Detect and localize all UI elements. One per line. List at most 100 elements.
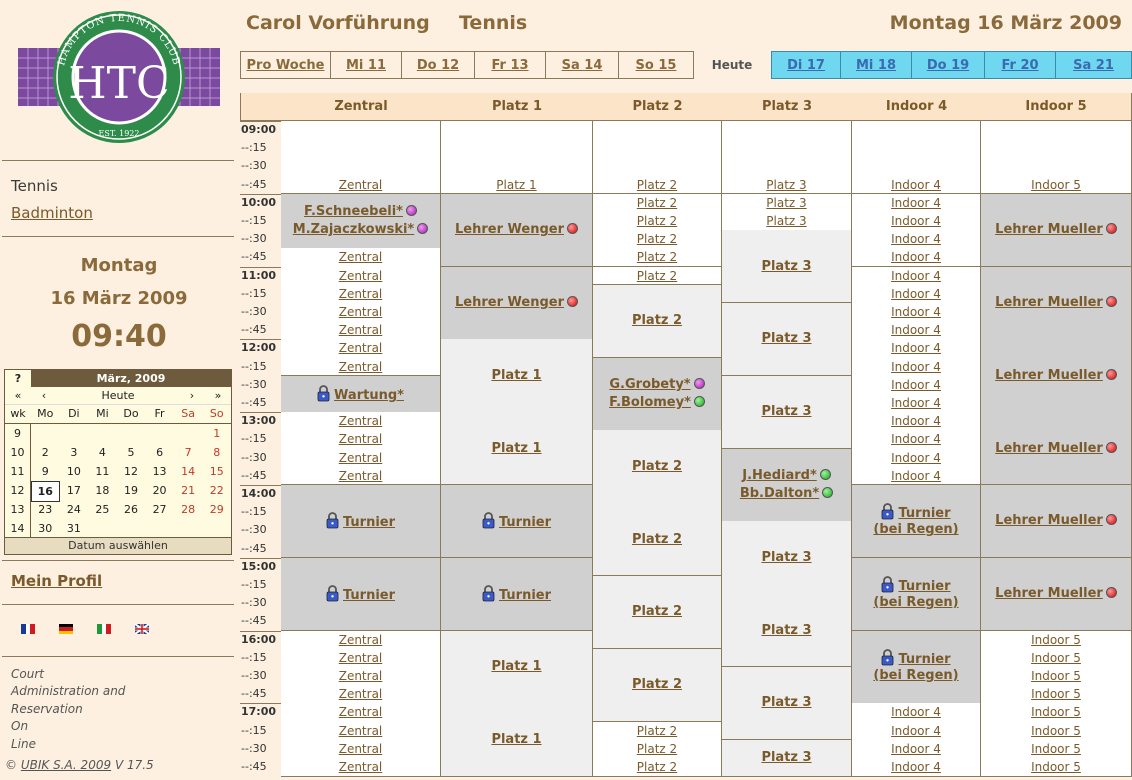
booking-label[interactable]: G.Grobety* xyxy=(593,376,721,394)
court-slot-link[interactable]: Platz 2 xyxy=(593,248,721,266)
flag-it-icon[interactable] xyxy=(97,624,112,634)
court-block-link[interactable]: Platz 2 xyxy=(593,312,721,330)
free-block[interactable]: Platz 3 xyxy=(722,230,852,304)
court-block-link[interactable]: Platz 1 xyxy=(441,440,592,458)
court-block-link[interactable]: Platz 2 xyxy=(593,458,721,476)
free-block[interactable]: Platz 3 xyxy=(722,594,852,668)
calendar-select-date[interactable]: Datum auswählen xyxy=(5,537,231,554)
nav-day-button[interactable]: Sa 21 xyxy=(1055,51,1132,79)
court-slot-link[interactable]: Zentral xyxy=(281,758,440,776)
court-slot-link[interactable]: Zentral xyxy=(281,649,440,667)
court-slot-link[interactable]: Platz 1 xyxy=(441,176,592,194)
court-slot-link[interactable]: Indoor 4 xyxy=(852,339,980,357)
court-slot-link[interactable]: Indoor 4 xyxy=(852,703,980,721)
free-block[interactable]: Platz 2 xyxy=(593,648,722,723)
my-profile-link[interactable]: Mein Profil xyxy=(11,572,102,590)
booking-block[interactable]: Turnier (bei Regen) xyxy=(852,485,981,559)
booking-label[interactable]: Turnier xyxy=(852,649,980,669)
court-slot-link[interactable]: Zentral xyxy=(281,430,440,448)
booking-block[interactable]: Turnier xyxy=(281,485,441,559)
booking-block[interactable]: Turnier xyxy=(281,557,441,632)
calendar-day[interactable]: 7 xyxy=(174,443,203,462)
court-slot-link[interactable]: Indoor 4 xyxy=(852,248,980,266)
booking-block[interactable]: G.Grobety* F.Bolomey* xyxy=(593,357,722,431)
calendar-day[interactable]: 6 xyxy=(145,443,174,462)
sport-badminton-link[interactable]: Badminton xyxy=(11,204,93,222)
court-slot-link[interactable]: Zentral xyxy=(281,740,440,758)
booking-label[interactable]: Lehrer Wenger xyxy=(441,221,592,239)
prev-year-button[interactable]: « xyxy=(5,387,31,404)
court-slot-link[interactable]: Platz 2 xyxy=(593,194,721,212)
booking-label[interactable]: Turnier xyxy=(281,512,440,532)
court-slot-link[interactable]: Indoor 4 xyxy=(852,722,980,740)
court-slot-link[interactable]: Indoor 4 xyxy=(852,430,980,448)
calendar-day[interactable]: 31 xyxy=(60,519,89,538)
calendar-day[interactable]: 19 xyxy=(117,481,146,502)
booking-label[interactable]: Lehrer Mueller xyxy=(981,221,1131,239)
court-slot-link[interactable]: Indoor 5 xyxy=(981,758,1131,776)
court-block-link[interactable]: Platz 1 xyxy=(441,658,592,676)
club-logo[interactable]: HTC HAMPTON TENNIS CLUB EST. 1922 xyxy=(18,10,220,145)
court-block-link[interactable]: Platz 3 xyxy=(722,549,851,567)
booking-block[interactable]: Turnier xyxy=(441,557,593,632)
flag-de-icon[interactable] xyxy=(59,624,73,634)
court-slot-link[interactable]: Indoor 4 xyxy=(852,758,980,776)
booking-block[interactable]: Lehrer Mueller xyxy=(981,193,1132,268)
free-block[interactable]: Platz 1 xyxy=(441,339,593,413)
court-slot-link[interactable]: Zentral xyxy=(281,339,440,357)
court-slot-link[interactable]: Indoor 4 xyxy=(852,303,980,321)
booking-label[interactable]: Lehrer Mueller xyxy=(981,440,1131,458)
calendar-day[interactable]: 2 xyxy=(31,443,60,462)
free-block[interactable]: Platz 2 xyxy=(593,284,722,359)
court-slot-link[interactable]: Zentral xyxy=(281,267,440,285)
court-block-link[interactable]: Platz 2 xyxy=(593,531,721,549)
booking-label[interactable]: M.Zajaczkowski* xyxy=(281,221,440,239)
booking-label[interactable]: J.Hediard* xyxy=(722,467,851,485)
free-block[interactable]: Platz 2 xyxy=(593,576,722,650)
court-slot-link[interactable]: Zentral xyxy=(281,703,440,721)
booking-block[interactable]: Lehrer Mueller xyxy=(981,412,1132,486)
next-year-button[interactable]: » xyxy=(205,387,231,404)
calendar-day[interactable]: 27 xyxy=(145,500,174,519)
calendar-help-button[interactable]: ? xyxy=(5,370,31,387)
court-slot-link[interactable]: Indoor 4 xyxy=(852,358,980,376)
court-slot-link[interactable]: Zentral xyxy=(281,667,440,685)
nav-day-button[interactable]: Sa 14 xyxy=(545,51,619,79)
booking-block[interactable]: Lehrer Mueller xyxy=(981,266,1132,340)
booking-block[interactable]: F.Schneebeli* M.Zajaczkowski* xyxy=(281,193,441,249)
calendar-day[interactable]: 18 xyxy=(88,481,117,502)
booking-block[interactable]: Lehrer Wenger xyxy=(441,193,593,268)
calendar-day[interactable]: 10 xyxy=(60,462,89,481)
court-slot-link[interactable]: Platz 2 xyxy=(593,267,721,285)
nav-day-button[interactable]: Di 17 xyxy=(771,51,841,79)
court-slot-link[interactable]: Zentral xyxy=(281,631,440,649)
court-slot-link[interactable]: Indoor 4 xyxy=(852,449,980,467)
calendar-day[interactable]: 13 xyxy=(145,462,174,481)
booking-label[interactable]: Bb.Dalton* xyxy=(722,485,851,503)
booking-block[interactable]: Turnier (bei Regen) xyxy=(852,557,981,632)
court-slot-link[interactable]: Indoor 4 xyxy=(852,285,980,303)
court-slot-link[interactable]: Indoor 5 xyxy=(981,667,1131,685)
court-block-link[interactable]: Platz 3 xyxy=(722,330,851,348)
court-slot-link[interactable]: Zentral xyxy=(281,285,440,303)
calendar-day[interactable]: 23 xyxy=(31,500,60,519)
booking-block[interactable]: Lehrer Mueller xyxy=(981,339,1132,413)
court-slot-link[interactable]: Platz 2 xyxy=(593,230,721,248)
booking-label[interactable]: Lehrer Mueller xyxy=(981,294,1131,312)
court-slot-link[interactable]: Zentral xyxy=(281,303,440,321)
court-slot-link[interactable]: Indoor 5 xyxy=(981,685,1131,703)
court-block-link[interactable]: Platz 1 xyxy=(441,731,592,749)
court-slot-link[interactable]: Indoor 4 xyxy=(852,194,980,212)
calendar-day[interactable]: 28 xyxy=(174,500,203,519)
court-block-link[interactable]: Platz 3 xyxy=(722,749,851,767)
booking-label[interactable]: Turnier xyxy=(852,576,980,596)
nav-week-button[interactable]: Pro Woche xyxy=(240,51,331,79)
court-block-link[interactable]: Platz 3 xyxy=(722,258,851,276)
booking-block[interactable]: Lehrer Mueller xyxy=(981,485,1132,559)
court-slot-link[interactable]: Indoor 4 xyxy=(852,230,980,248)
booking-block[interactable]: Wartung* xyxy=(281,375,441,413)
court-block-link[interactable]: Platz 3 xyxy=(722,694,851,712)
sport-tennis[interactable]: Tennis xyxy=(11,177,58,195)
booking-label[interactable]: Turnier xyxy=(441,585,592,605)
calendar-day[interactable]: 29 xyxy=(202,500,231,519)
